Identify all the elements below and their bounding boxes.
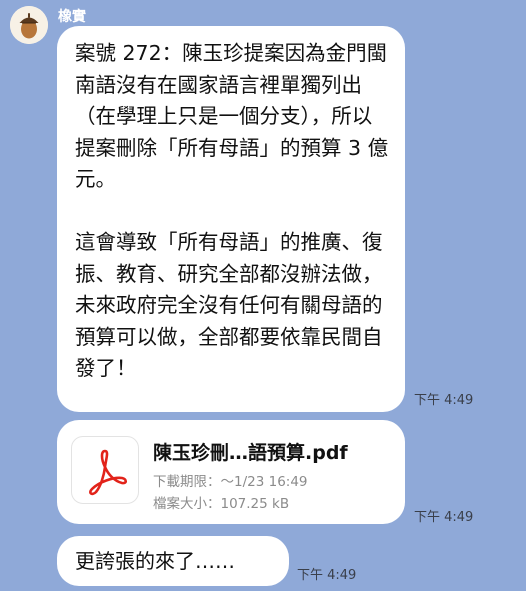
message-timestamp: 下午 4:49: [414, 393, 474, 408]
file-expiry: 下載期限：～1/23 16:49: [153, 474, 308, 490]
file-size: 檔案大小：107.25 kB: [153, 496, 290, 512]
message-text: 更誇張的來了……: [75, 549, 235, 573]
message-paragraph: 案號 272：陳玉珍提案因為金門閩南語沒有在國家語言裡單獨列出（在學理上只是一個…: [75, 41, 389, 192]
pdf-icon: [71, 436, 139, 504]
acorn-icon: [10, 6, 48, 44]
file-attachment-bubble[interactable]: 陳玉珍刪…語預算.pdf 下載期限：～1/23 16:49 檔案大小：107.2…: [57, 420, 405, 524]
message-paragraph: 這會導致「所有母語」的推廣、復振、教育、研究全部都沒辦法做，未來政府完全沒有任何…: [75, 229, 383, 381]
message-timestamp: 下午 4:49: [297, 568, 357, 583]
message-bubble-text[interactable]: 更誇張的來了……: [57, 536, 289, 586]
avatar[interactable]: [10, 6, 48, 44]
file-name: 陳玉珍刪…語預算.pdf: [153, 442, 348, 464]
message-timestamp: 下午 4:49: [414, 510, 474, 525]
message-bubble-text[interactable]: 案號 272：陳玉珍提案因為金門閩南語沒有在國家語言裡單獨列出（在學理上只是一個…: [57, 26, 405, 412]
sender-name: 橡實: [58, 9, 86, 25]
